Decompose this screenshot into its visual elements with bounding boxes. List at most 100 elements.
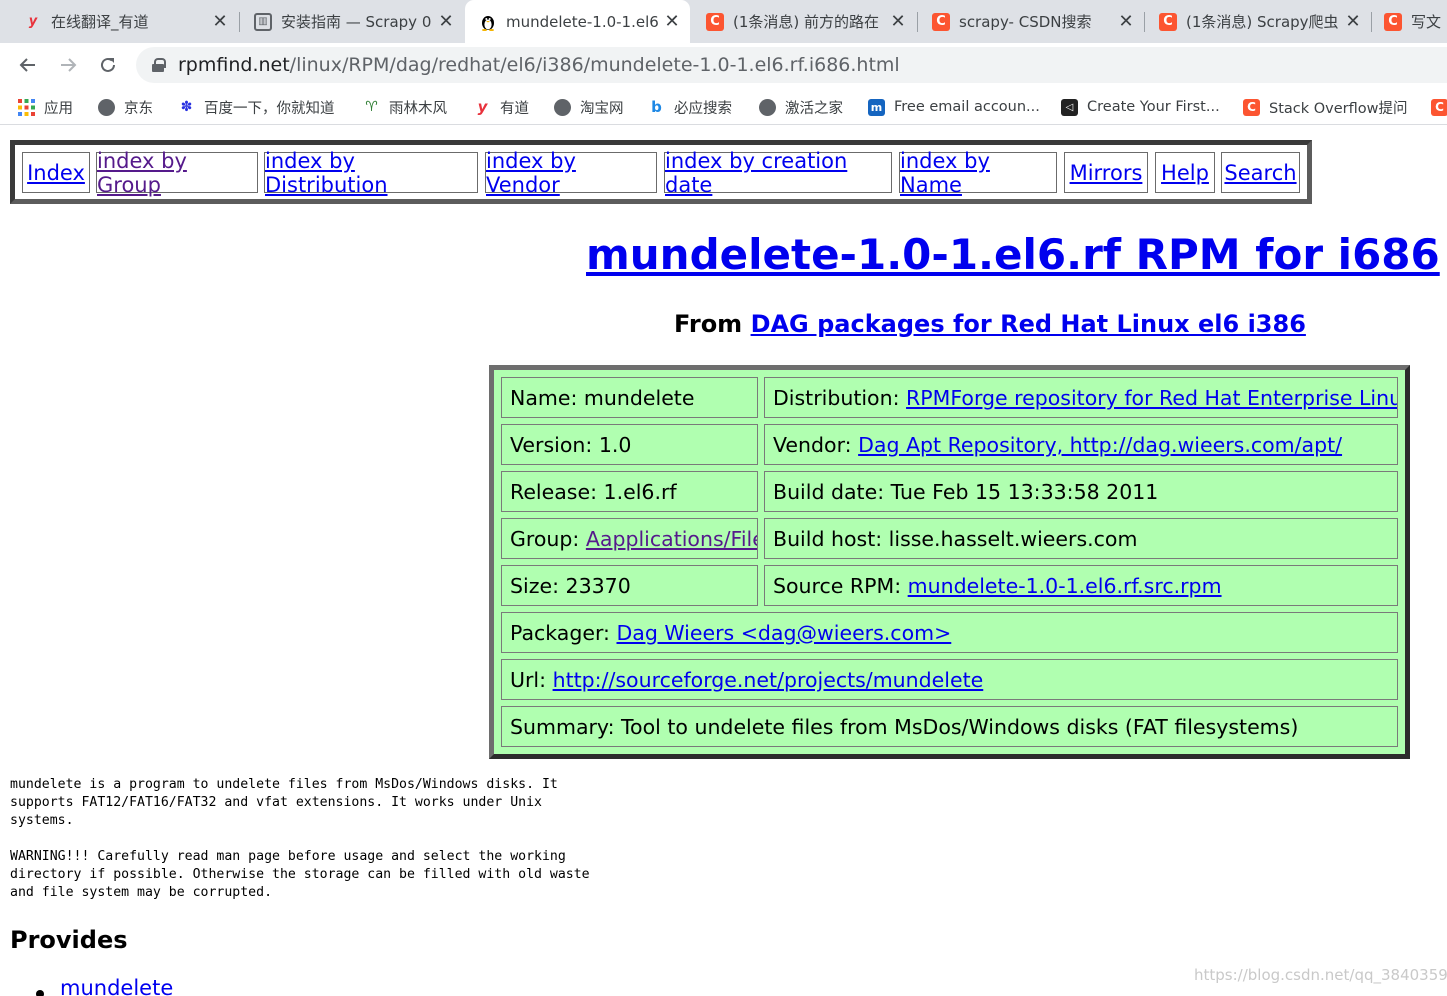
- unity-icon: ◁: [1061, 98, 1078, 116]
- nav-link-help[interactable]: Help: [1161, 161, 1209, 185]
- tab-youdao[interactable]: y 在线翻译_有道 ✕: [10, 0, 238, 43]
- close-icon[interactable]: ✕: [1341, 11, 1365, 32]
- tab-mundelete[interactable]: mundelete-1.0-1.el6 ✕: [465, 0, 690, 43]
- package-description: mundelete is a program to undelete files…: [10, 777, 590, 900]
- close-icon[interactable]: ✕: [660, 11, 684, 32]
- project-url-link[interactable]: http://sourceforge.net/projects/mundelet…: [553, 668, 984, 692]
- bookmark-stackoverflow[interactable]: C Stack Overflow提问: [1243, 96, 1408, 118]
- nav-link-vendor[interactable]: index by Vendor: [486, 149, 656, 197]
- book-icon: ▥: [254, 12, 272, 31]
- reload-icon[interactable]: [94, 51, 122, 79]
- csdn-icon: C: [1243, 98, 1260, 116]
- bookmark-free-email[interactable]: m Free email accoun...: [868, 96, 1040, 118]
- bookmark-youdao[interactable]: y 有道: [474, 96, 529, 118]
- group-link[interactable]: Aapplications/File: [586, 527, 757, 551]
- group-cell: Group: Aapplications/File: [501, 518, 758, 559]
- distribution-cell: Distribution: RPMForge repository for Re…: [764, 377, 1398, 418]
- ylmf-icon: ♈: [365, 99, 378, 115]
- url-text: rpmfind.net/linux/RPM/dag/redhat/el6/i38…: [178, 54, 900, 76]
- nav-link-index[interactable]: Index: [27, 161, 85, 185]
- bookmark-label: 有道: [500, 100, 529, 117]
- tab-title: (1条消息) 前方的路在: [733, 13, 880, 31]
- summary-value: Tool to undelete files from MsDos/Window…: [621, 714, 1299, 739]
- nav-link-name[interactable]: index by Name: [900, 149, 1056, 197]
- provides-item-link[interactable]: mundelete: [60, 976, 173, 996]
- vendor-link[interactable]: Dag Apt Repository, http://dag.wieers.co…: [858, 433, 1342, 457]
- vendor-label: Vendor:: [773, 432, 852, 457]
- bookmark-baidu[interactable]: ✽ 百度一下，你就知道: [178, 96, 335, 118]
- tab-csdn-1[interactable]: C (1条消息) 前方的路在 ✕: [692, 0, 916, 43]
- provides-heading: Provides: [10, 926, 128, 954]
- bookmark-jd[interactable]: 京东: [98, 96, 153, 118]
- bookmark-unity[interactable]: ◁ Create Your First...: [1061, 96, 1220, 118]
- nav-link-mirrors[interactable]: Mirrors: [1070, 161, 1143, 185]
- nav-link-creation-date[interactable]: index by creation date: [665, 149, 891, 197]
- bookmark-label: Stack Overflow提问: [1269, 100, 1408, 117]
- nav-cell: index by Name: [899, 149, 1057, 197]
- bookmark-label: Create Your First...: [1087, 99, 1220, 115]
- page-title[interactable]: mundelete-1.0-1.el6.rf RPM for i686: [586, 230, 1440, 279]
- release-cell: Release: 1.el6.rf: [501, 471, 758, 512]
- tab-csdn-write[interactable]: C 写文: [1372, 0, 1447, 43]
- nav-link-search[interactable]: Search: [1224, 161, 1296, 185]
- tab-scrapy-guide[interactable]: ▥ 安装指南 — Scrapy 0 ✕: [240, 0, 464, 43]
- bookmark-label: 雨林木风: [389, 100, 447, 117]
- bookmark-overflow[interactable]: C: [1431, 96, 1447, 118]
- close-icon[interactable]: ✕: [208, 11, 232, 32]
- url-path: /linux/RPM/dag/redhat/el6/i386/mundelete…: [289, 54, 900, 76]
- tab-csdn-search[interactable]: C scrapy- CSDN搜索 ✕: [918, 0, 1144, 43]
- watermark: https://blog.csdn.net/qq_38403590: [1194, 966, 1447, 984]
- close-icon[interactable]: ✕: [886, 11, 910, 32]
- mail-icon: m: [868, 98, 885, 116]
- back-arrow-icon[interactable]: [14, 51, 42, 79]
- source-rpm-cell: Source RPM: mundelete-1.0-1.el6.rf.src.r…: [764, 565, 1398, 606]
- nav-link-group[interactable]: index by Group: [97, 149, 257, 197]
- address-bar[interactable]: rpmfind.net/linux/RPM/dag/redhat/el6/i38…: [136, 47, 1447, 83]
- bookmark-label: 百度一下，你就知道: [204, 100, 335, 117]
- bookmark-label: 应用: [44, 100, 73, 117]
- bookmark-apps[interactable]: 应用: [18, 96, 73, 118]
- bookmark-jihuo[interactable]: 激活之家: [759, 96, 843, 118]
- bullet-icon: [36, 990, 44, 996]
- close-icon[interactable]: ✕: [434, 11, 458, 32]
- build-date-value: Tue Feb 15 13:33:58 2011: [890, 479, 1159, 504]
- tab-title: mundelete-1.0-1.el6: [506, 12, 659, 31]
- nav-cell: index by Group: [96, 149, 258, 197]
- bookmark-label: Free email accoun...: [894, 99, 1040, 115]
- url-label: Url:: [510, 667, 547, 692]
- tab-title: 安装指南 — Scrapy 0: [281, 13, 432, 31]
- bookmark-label: 激活之家: [785, 100, 843, 117]
- size-value: 23370: [565, 573, 631, 598]
- nav-cell: Help: [1155, 152, 1215, 193]
- nav-cell: index by Distribution: [264, 149, 478, 197]
- source-rpm-link[interactable]: mundelete-1.0-1.el6.rf.src.rpm: [908, 574, 1222, 598]
- build-date-cell: Build date: Tue Feb 15 13:33:58 2011: [764, 471, 1398, 512]
- package-info-table: Name: mundelete Distribution: RPMForge r…: [489, 365, 1410, 759]
- build-host-value: lisse.hasselt.wieers.com: [888, 526, 1138, 551]
- build-date-label: Build date:: [773, 479, 885, 504]
- nav-cell: Mirrors: [1064, 152, 1148, 193]
- version-value: 1.0: [598, 432, 632, 457]
- release-value: 1.el6.rf: [603, 479, 677, 504]
- packager-link[interactable]: Dag Wieers <dag@wieers.com>: [616, 621, 951, 645]
- tab-strip: y 在线翻译_有道 ✕ ▥ 安装指南 — Scrapy 0 ✕ mundelet…: [0, 0, 1447, 43]
- csdn-icon: C: [706, 12, 724, 31]
- size-cell: Size: 23370: [501, 565, 758, 606]
- distribution-link[interactable]: RPMForge repository for Red Hat Enterpri…: [906, 386, 1397, 410]
- bookmark-bing[interactable]: b 必应搜索: [648, 96, 732, 118]
- nav-cell: Search: [1221, 152, 1300, 193]
- tab-title: 写文: [1411, 13, 1442, 31]
- close-icon[interactable]: ✕: [1114, 11, 1138, 32]
- lock-icon[interactable]: [152, 58, 166, 72]
- csdn-icon: C: [932, 12, 950, 31]
- bookmark-taobao[interactable]: 淘宝网: [554, 96, 624, 118]
- from-link[interactable]: DAG packages for Red Hat Linux el6 i386: [751, 310, 1306, 338]
- bookmark-ylmf[interactable]: ♈ 雨林木风: [363, 96, 447, 118]
- globe-icon: [554, 98, 571, 116]
- tab-csdn-2[interactable]: C (1条消息) Scrapy爬虫 ✕: [1145, 0, 1371, 43]
- build-host-cell: Build host: lisse.hasselt.wieers.com: [764, 518, 1398, 559]
- forward-arrow-icon[interactable]: [54, 51, 82, 79]
- group-label: Group:: [510, 526, 580, 551]
- nav-link-distribution[interactable]: index by Distribution: [265, 149, 477, 197]
- youdao-icon: y: [28, 14, 38, 29]
